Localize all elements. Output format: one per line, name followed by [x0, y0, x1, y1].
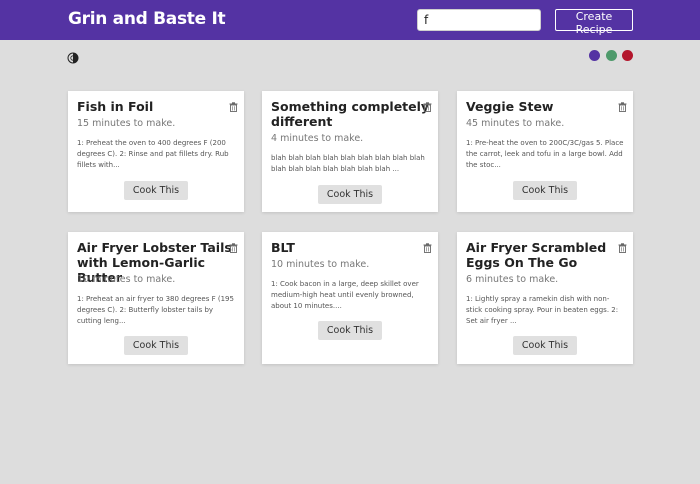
- recipe-time: 6 minutes to make.: [466, 274, 559, 285]
- recipe-card: Veggie Stew 45 minutes to make. 1: Pre-h…: [457, 91, 633, 212]
- brightness-icon[interactable]: [67, 49, 79, 64]
- recipe-card: Fish in Foil 15 minutes to make. 1: Preh…: [68, 91, 244, 212]
- recipe-title: Veggie Stew: [466, 99, 554, 114]
- recipe-card: Air Fryer Lobster Tails with Lemon-Garli…: [68, 232, 244, 364]
- cook-this-button[interactable]: Cook This: [124, 336, 188, 355]
- cook-this-button[interactable]: Cook This: [513, 336, 577, 355]
- theme-swatch-purple[interactable]: [589, 50, 600, 61]
- recipe-description: 1: Preheat the oven to 400 degrees F (20…: [77, 139, 229, 169]
- recipe-card: Something completely different 4 minutes…: [262, 91, 438, 212]
- recipe-time: 4 minutes to make.: [271, 133, 364, 144]
- theme-swatch-red[interactable]: [622, 50, 633, 61]
- trash-icon[interactable]: [229, 238, 238, 253]
- recipe-card: Air Fryer Scrambled Eggs On The Go 6 min…: [457, 232, 633, 364]
- recipe-description: blah blah blah blah blah blah blah blah …: [271, 154, 425, 173]
- trash-icon[interactable]: [423, 97, 432, 112]
- theme-swatch-green[interactable]: [606, 50, 617, 61]
- trash-icon[interactable]: [423, 238, 432, 253]
- recipe-title: BLT: [271, 240, 295, 255]
- trash-icon[interactable]: [229, 97, 238, 112]
- recipe-time: 15 minutes to make.: [77, 118, 176, 129]
- cook-this-button[interactable]: Cook This: [318, 321, 382, 340]
- cook-this-button[interactable]: Cook This: [124, 181, 188, 200]
- trash-icon[interactable]: [618, 238, 627, 253]
- recipe-card: BLT 10 minutes to make. 1: Cook bacon in…: [262, 232, 438, 364]
- recipe-time: 10 minutes to make.: [77, 274, 176, 285]
- recipe-time: 10 minutes to make.: [271, 259, 370, 270]
- cook-this-button[interactable]: Cook This: [513, 181, 577, 200]
- recipe-description: 1: Preheat an air fryer to 380 degrees F…: [77, 295, 234, 325]
- cook-this-button[interactable]: Cook This: [318, 185, 382, 204]
- recipe-time: 45 minutes to make.: [466, 118, 565, 129]
- search-input[interactable]: [417, 9, 541, 31]
- recipe-description: 1: Pre-heat the oven to 200C/3C/gas 5. P…: [466, 139, 624, 169]
- create-recipe-button[interactable]: Create Recipe: [555, 9, 633, 36]
- app-title[interactable]: Grin and Baste It: [68, 9, 226, 29]
- recipe-description: 1: Lightly spray a ramekin dish with non…: [466, 295, 619, 325]
- recipe-title: Something completely different: [271, 99, 430, 129]
- recipe-title: Fish in Foil: [77, 99, 154, 114]
- top-nav-bar: Grin and Baste It Create Recipe: [0, 0, 700, 40]
- trash-icon[interactable]: [618, 97, 627, 112]
- recipe-title: Air Fryer Scrambled Eggs On The Go: [466, 240, 607, 270]
- recipe-description: 1: Cook bacon in a large, deep skillet o…: [271, 280, 419, 310]
